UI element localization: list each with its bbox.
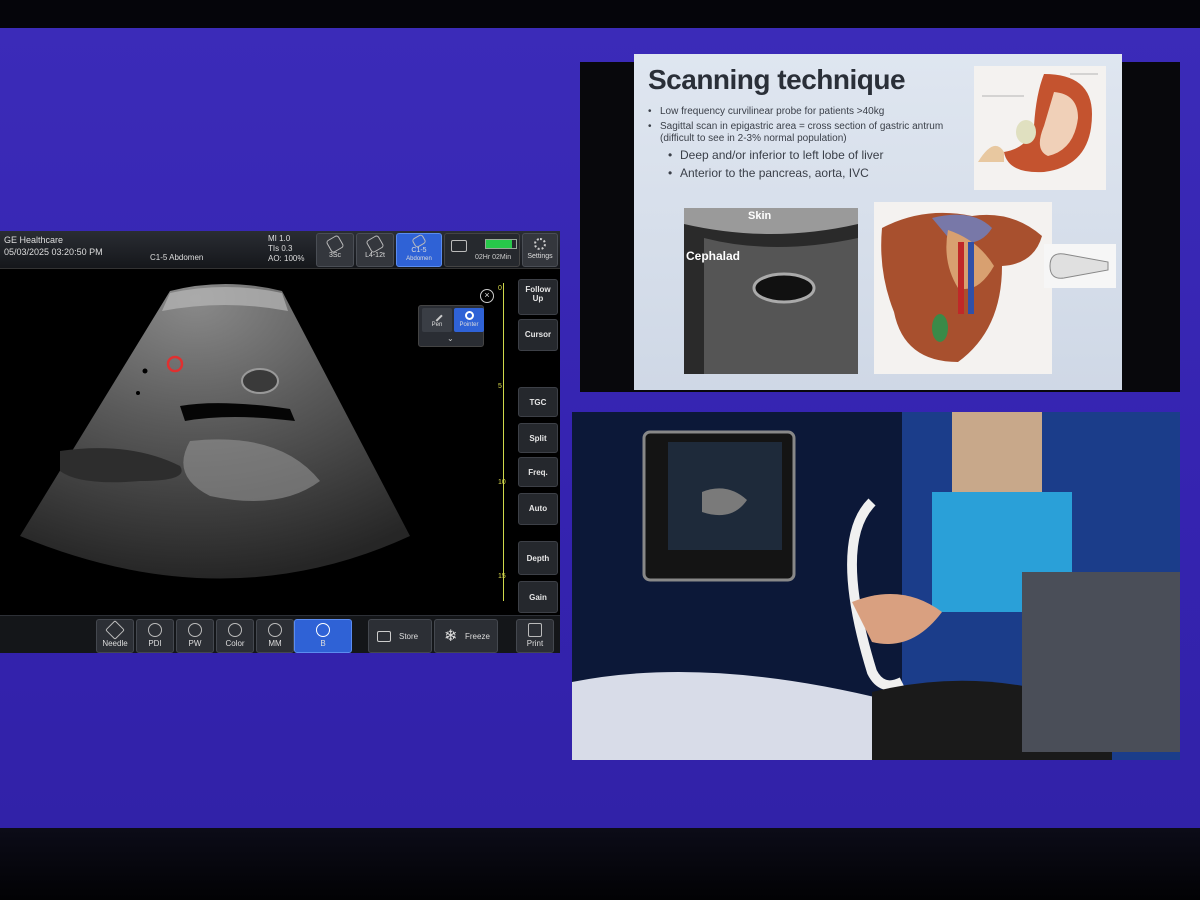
abdominal-anatomy-illustration bbox=[874, 202, 1052, 374]
depth-button[interactable]: Depth bbox=[518, 541, 558, 575]
mode-label: Needle bbox=[102, 639, 128, 648]
mode-label: MM bbox=[268, 639, 282, 648]
stomach-diagram bbox=[974, 66, 1106, 190]
needle-icon bbox=[105, 620, 125, 640]
gear-icon bbox=[534, 238, 546, 250]
battery-bar bbox=[485, 239, 517, 249]
settings-label: Settings bbox=[527, 253, 553, 260]
live-demo-photo bbox=[572, 412, 1180, 760]
mode-label: B bbox=[320, 639, 326, 648]
slide-title: Scanning technique bbox=[648, 64, 906, 95]
pointer-icon bbox=[465, 311, 474, 320]
pen-label: Pen bbox=[431, 322, 443, 328]
mode-label: PDI bbox=[148, 639, 162, 648]
pw-mode-button[interactable]: PW bbox=[176, 619, 214, 653]
close-icon[interactable]: × bbox=[480, 289, 494, 303]
sagittal-scan-graphic bbox=[684, 208, 858, 374]
store-button[interactable]: Store bbox=[368, 619, 432, 653]
mode-label: PW bbox=[188, 639, 202, 648]
cursor-button[interactable]: Cursor bbox=[518, 319, 558, 351]
battery-fill bbox=[486, 240, 512, 248]
depth-label-15: 15 bbox=[498, 573, 506, 580]
freeze-button[interactable]: ❄ Freeze bbox=[434, 619, 498, 653]
chevron-down-icon[interactable]: ⌄ bbox=[447, 334, 454, 343]
gain-button[interactable]: Gain bbox=[518, 581, 558, 613]
ultrasound-bottom-bar: Needle PDI PW Color MM B Store ❄ Freeze bbox=[0, 615, 560, 653]
ultrasound-top-bar: GE Healthcare 05/03/2025 03:20:50 PM C1-… bbox=[0, 231, 560, 269]
mi-value: MI 1.0 bbox=[268, 234, 291, 243]
probe-icon bbox=[365, 234, 385, 254]
ultrasound-scan-image bbox=[20, 284, 410, 579]
mode-label: Color bbox=[225, 639, 245, 648]
pen-icon bbox=[431, 310, 443, 322]
brand-label: GE Healthcare bbox=[4, 235, 64, 245]
store-label: Store bbox=[399, 632, 419, 641]
freeze-label: Freeze bbox=[465, 632, 490, 641]
tis-value: TIs 0.3 bbox=[268, 244, 293, 253]
pointer-button[interactable]: Pointer bbox=[454, 308, 484, 332]
probe-button-sublabel: Abdomen bbox=[406, 256, 432, 262]
print-button[interactable]: Print bbox=[516, 619, 554, 653]
cephalad-label: Cephalad bbox=[686, 248, 740, 264]
auditorium-floor bbox=[0, 828, 1200, 900]
datetime-label: 05/03/2025 03:20:50 PM bbox=[4, 247, 103, 257]
probe-button-3sc[interactable]: 3Sc bbox=[316, 233, 354, 267]
probe-button-label: L4-12t bbox=[365, 252, 385, 259]
color-mode-button[interactable]: Color bbox=[216, 619, 254, 653]
color-icon bbox=[228, 623, 242, 637]
mm-icon bbox=[268, 623, 282, 637]
probe-button-label: C1-5 bbox=[411, 247, 427, 254]
pdi-mode-button[interactable]: PDI bbox=[136, 619, 174, 653]
presentation-slide: Scanning technique Low frequency curvili… bbox=[634, 54, 1122, 390]
bullet-subitem: Deep and/or inferior to left lobe of liv… bbox=[648, 148, 978, 163]
follow-up-button[interactable]: Follow Up bbox=[518, 279, 558, 315]
depth-label-5: 5 bbox=[498, 383, 502, 390]
probe-button-c1-5[interactable]: C1-5 Abdomen bbox=[396, 233, 442, 267]
pdi-icon bbox=[148, 623, 162, 637]
bullet-subitem: Anterior to the pancreas, aorta, IVC bbox=[648, 166, 978, 181]
bullet-item: Sagittal scan in epigastric area = cross… bbox=[648, 121, 978, 145]
pw-icon bbox=[188, 623, 202, 637]
pointer-label: Pointer bbox=[459, 322, 479, 328]
pen-button[interactable]: Pen bbox=[422, 308, 452, 332]
snowflake-icon: ❄ bbox=[444, 628, 458, 645]
acoustic-params: MI 1.0 TIs 0.3 AO: 100% bbox=[268, 234, 304, 264]
depth-scale: 0 5 10 15 bbox=[498, 283, 513, 601]
print-label: Print bbox=[526, 639, 544, 648]
sagittal-ultrasound-image: Skin Cephalad bbox=[684, 208, 858, 374]
probe-preset-label: C1-5 Abdomen bbox=[150, 253, 204, 262]
mm-mode-button[interactable]: MM bbox=[256, 619, 294, 653]
probe-icon bbox=[325, 234, 345, 254]
slide-bullets: Low frequency curvilinear probe for pati… bbox=[648, 106, 978, 184]
depth-label-10: 10 bbox=[498, 479, 506, 486]
probe-button-label: 3Sc bbox=[328, 252, 342, 259]
ultrasound-display: GE Healthcare 05/03/2025 03:20:50 PM C1-… bbox=[0, 231, 560, 653]
freq-button[interactable]: Freq. bbox=[518, 457, 558, 487]
monitor-icon bbox=[451, 240, 467, 252]
ao-value: AO: 100% bbox=[268, 254, 305, 263]
tgc-button[interactable]: TGC bbox=[518, 387, 558, 417]
printer-icon bbox=[528, 623, 542, 637]
probe-illustration bbox=[1044, 244, 1116, 288]
depth-label-0: 0 bbox=[498, 285, 502, 292]
auto-button[interactable]: Auto bbox=[518, 493, 558, 525]
needle-mode-button[interactable]: Needle bbox=[96, 619, 134, 653]
probe-button-l4-12t[interactable]: L4-12t bbox=[356, 233, 394, 267]
battery-status: 02Hr 02Min bbox=[444, 233, 520, 267]
device-info: GE Healthcare 05/03/2025 03:20:50 PM bbox=[4, 234, 103, 258]
b-mode-button[interactable]: B bbox=[294, 619, 352, 653]
bullet-item: Low frequency curvilinear probe for pati… bbox=[648, 106, 978, 118]
skin-label: Skin bbox=[748, 210, 772, 222]
settings-button[interactable]: Settings bbox=[522, 233, 558, 267]
battery-time: 02Hr 02Min bbox=[475, 254, 512, 261]
annotation-tool-panel: Pen Pointer ⌄ bbox=[418, 305, 484, 347]
b-mode-icon bbox=[316, 623, 330, 637]
video-camera-icon bbox=[377, 631, 391, 642]
split-button[interactable]: Split bbox=[518, 423, 558, 453]
